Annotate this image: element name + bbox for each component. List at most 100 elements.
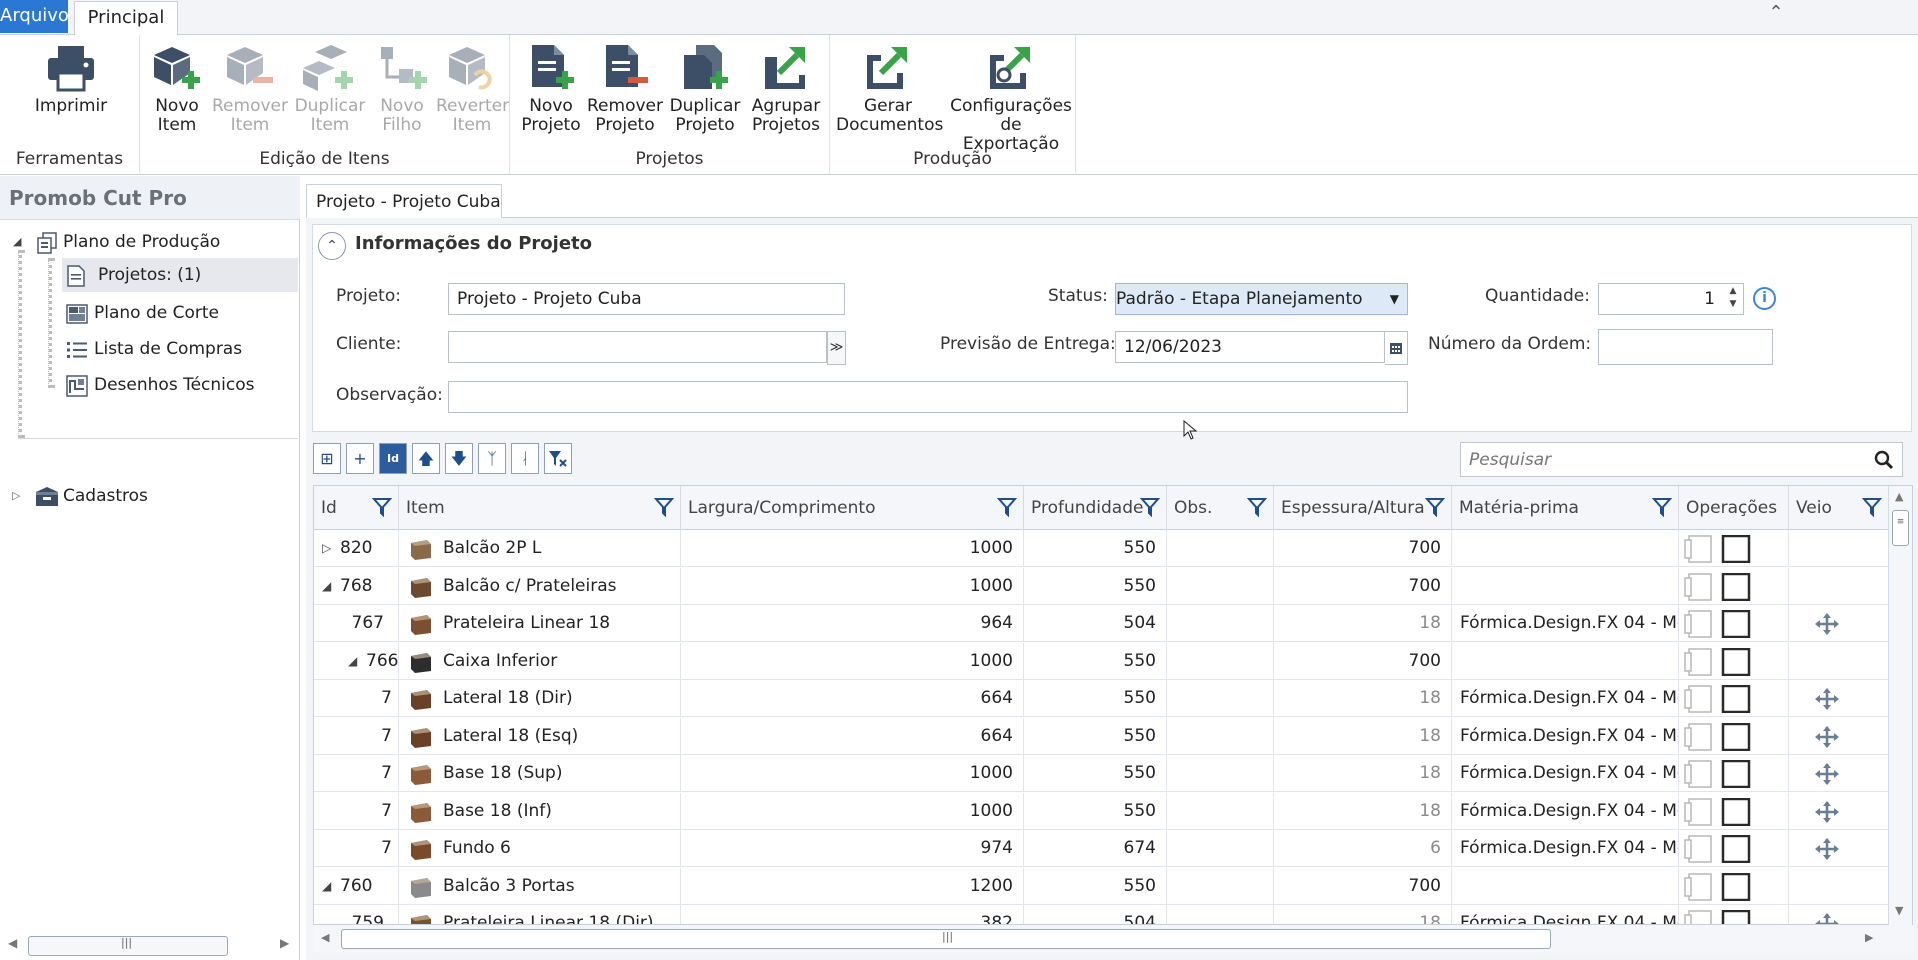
table-row[interactable]: 7 Lateral 18 (Dir) 664 550 18 Fórmica.Design.… [314, 680, 1889, 717]
search-input[interactable] [1461, 443, 1861, 476]
tree-item-plano-corte[interactable]: Plano de Corte [62, 296, 298, 330]
column-header-veio[interactable]: Veio [1789, 486, 1889, 530]
expand-all-button[interactable]: ⊞ [313, 443, 341, 474]
numero-ordem-input[interactable] [1598, 329, 1773, 365]
column-header-item[interactable]: Item [399, 486, 681, 530]
scroll-left-icon[interactable]: ◀ [8, 936, 17, 950]
table-row[interactable]: ◢ 766 Caixa Inferior 1000 550 700 [314, 642, 1889, 680]
row-expanded-icon[interactable]: ◢ [348, 643, 357, 680]
hscroll-left-icon[interactable]: ◀ [321, 931, 329, 944]
grid-vertical-scrollbar[interactable]: ▲ ≡ ▼ [1888, 486, 1912, 925]
grain-direction-icon[interactable] [1815, 688, 1839, 710]
move-up-button[interactable]: 🡅 [412, 443, 440, 474]
table-row[interactable]: 7 Fundo 6 974 674 6 Fórmica.Design.FX 04 - Me [314, 830, 1889, 867]
tree-expanded-icon[interactable]: ◢ [13, 225, 21, 259]
filter-icon[interactable] [1862, 497, 1882, 517]
operations-box-icon[interactable] [1721, 760, 1751, 788]
scroll-thumb[interactable]: ||| [28, 936, 228, 956]
operations-box-icon[interactable] [1721, 610, 1751, 638]
operations-preview-icon[interactable] [1683, 797, 1715, 826]
filter-icon[interactable] [1425, 497, 1445, 517]
clear-filter-button[interactable] [544, 443, 572, 474]
operations-preview-icon[interactable] [1683, 535, 1715, 563]
novo-filho-button[interactable]: Novo Filho [370, 43, 434, 135]
table-row[interactable]: 759 Prateleira Linear 18 (Dir) 382 504 18 Fór… [314, 905, 1889, 925]
grain-direction-icon[interactable] [1815, 913, 1839, 925]
operations-preview-icon[interactable] [1683, 610, 1715, 638]
collapse-info-icon[interactable]: ⌃ [318, 232, 346, 260]
novo-item-button[interactable]: Novo Item [144, 43, 210, 135]
filter-icon[interactable] [1652, 497, 1672, 517]
operations-box-icon[interactable] [1721, 835, 1751, 863]
search-icon[interactable] [1874, 450, 1894, 470]
quantidade-stepper[interactable]: ▲ ▼ [1725, 285, 1741, 313]
imprimir-button[interactable]: Imprimir [26, 43, 116, 116]
operations-preview-icon[interactable] [1683, 910, 1715, 925]
filter-icon[interactable] [654, 497, 674, 517]
filter-icon[interactable] [1140, 497, 1160, 517]
table-row[interactable]: 7 Base 18 (Sup) 1000 550 18 Fórmica.Design.FX… [314, 755, 1889, 792]
operations-preview-icon[interactable] [1683, 835, 1715, 863]
duplicar-projeto-button[interactable]: Duplicar Projeto [668, 43, 742, 135]
move-down-button[interactable]: 🡇 [445, 443, 473, 474]
horizontal-scroll-thumb[interactable]: ||| [341, 929, 1551, 949]
table-row[interactable]: 7 Lateral 18 (Esq) 664 550 18 Fórmica.Design.… [314, 717, 1889, 755]
quantidade-input[interactable]: 1 [1598, 283, 1744, 315]
column-header-obs[interactable]: Obs. [1167, 486, 1274, 530]
column-header-materia[interactable]: Matéria-prima [1452, 486, 1679, 530]
grain-direction-icon[interactable] [1815, 838, 1839, 860]
cliente-dropdown-icon[interactable]: ≫ [827, 331, 846, 365]
operations-preview-icon[interactable] [1683, 760, 1715, 788]
agrupar-projetos-button[interactable]: Agrupar Projetos [746, 43, 826, 135]
left-horizontal-scrollbar[interactable]: ◀ ||| ▶ [0, 932, 300, 960]
novo-projeto-button[interactable]: Novo Projeto [518, 43, 584, 135]
operations-box-icon[interactable] [1721, 572, 1751, 601]
row-expanded-icon[interactable]: ◢ [322, 568, 331, 605]
column-header-profundidade[interactable]: Profundidade [1024, 486, 1167, 530]
table-row[interactable]: ◢ 768 Balcão c/ Prateleiras 1000 550 700 [314, 567, 1889, 605]
configuracoes-exportacao-button[interactable]: Configurações de Exportação [950, 43, 1072, 154]
filter-icon[interactable] [372, 497, 392, 517]
chevron-down-icon[interactable]: ▼ [1390, 284, 1399, 314]
show-id-button[interactable]: Id [379, 443, 407, 474]
tree-item-lista-compras[interactable]: Lista de Compras [62, 332, 298, 366]
grain-direction-icon[interactable] [1815, 763, 1839, 785]
grain-direction-icon[interactable] [1815, 613, 1839, 635]
column-header-operacoes[interactable]: Operações [1679, 486, 1789, 530]
previsao-input[interactable]: 12/06/2023 [1115, 331, 1385, 363]
row-collapsed-icon[interactable]: ▷ [322, 530, 331, 567]
operations-box-icon[interactable] [1721, 685, 1751, 713]
operations-box-icon[interactable] [1721, 797, 1751, 826]
column-header-espessura[interactable]: Espessura/Altura [1274, 486, 1452, 530]
scroll-right-icon[interactable]: ▶ [280, 936, 289, 950]
operations-box-icon[interactable] [1721, 910, 1751, 925]
filter-icon[interactable] [997, 497, 1017, 517]
table-row[interactable]: ◢ 760 Balcão 3 Portas 1200 550 700 [314, 867, 1889, 905]
calendar-icon[interactable] [1385, 331, 1408, 365]
duplicar-item-button[interactable]: Duplicar Item [292, 43, 368, 135]
column-header-id[interactable]: Id [314, 486, 399, 530]
operations-box-icon[interactable] [1721, 535, 1751, 563]
row-expanded-icon[interactable]: ◢ [322, 868, 331, 905]
split-up-button[interactable]: ᛆ [511, 443, 539, 474]
operations-box-icon[interactable] [1721, 722, 1751, 751]
operations-preview-icon[interactable] [1683, 872, 1715, 901]
grid-horizontal-scrollbar[interactable]: ◀ ||| ▶ [313, 925, 1913, 953]
grain-direction-icon[interactable] [1815, 800, 1839, 823]
filter-icon[interactable] [1247, 497, 1267, 517]
tree-item-plano-producao[interactable]: ◢ Plano de Produção [10, 225, 300, 259]
observacao-input[interactable] [448, 381, 1408, 413]
grain-direction-icon[interactable] [1815, 725, 1839, 748]
operations-preview-icon[interactable] [1683, 685, 1715, 713]
table-row[interactable]: ▷ 820 Balcão 2P L 1000 550 700 [314, 530, 1889, 567]
tree-item-cadastros[interactable]: ▷ Cadastros [10, 479, 300, 513]
tree-collapsed-icon[interactable]: ▷ [12, 479, 20, 513]
gerar-documentos-button[interactable]: Gerar Documentos [836, 43, 943, 135]
status-select[interactable]: Padrão - Etapa Planejamento ▼ [1115, 283, 1408, 315]
add-row-button[interactable]: + [346, 443, 374, 474]
tree-item-desenhos-tecnicos[interactable]: Desenhos Técnicos [62, 368, 298, 402]
operations-preview-icon[interactable] [1683, 572, 1715, 601]
table-row[interactable]: 7 Base 18 (Inf) 1000 550 18 Fórmica.Design.FX… [314, 792, 1889, 830]
remover-item-button[interactable]: Remover Item [212, 43, 288, 135]
operations-box-icon[interactable] [1721, 647, 1751, 676]
